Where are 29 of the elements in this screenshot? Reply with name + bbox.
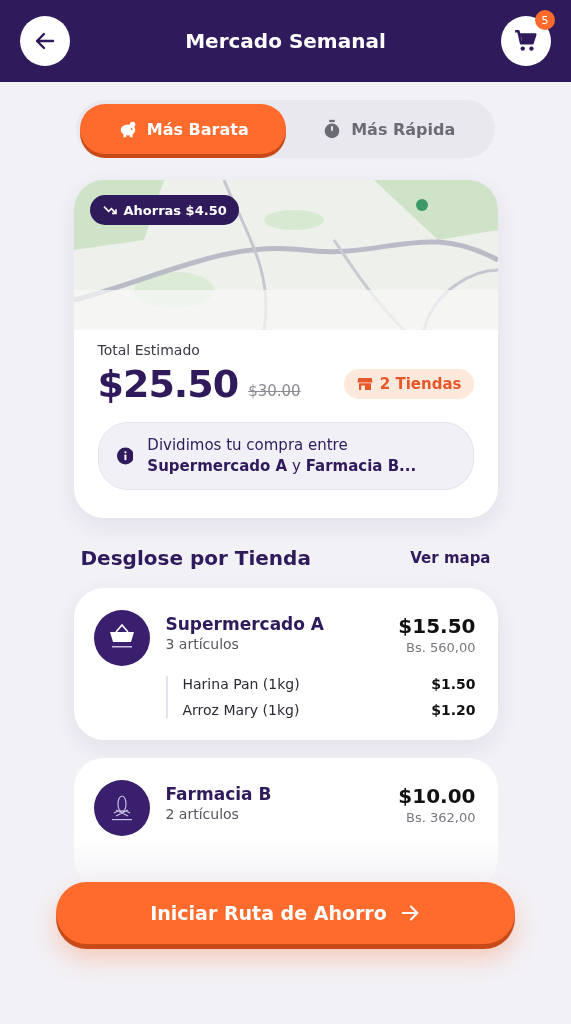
store-price: $15.50 (398, 614, 476, 638)
store-name: Supermercado A (165, 614, 326, 634)
back-button[interactable] (20, 16, 70, 66)
tab[interactable]: Más Rápida (285, 104, 491, 154)
item-name: Harina Pan (1kg) (182, 676, 300, 692)
item-price: $1.20 (431, 702, 476, 718)
map-link[interactable]: Ver mapa (410, 549, 491, 567)
storefront-icon (355, 375, 374, 393)
flower-logo-icon (93, 780, 150, 836)
savings-badge: Ahorras $4.50 (89, 195, 239, 225)
cart-icon (513, 28, 539, 54)
total-price: $25.50 (97, 362, 239, 406)
store-price: $10.00 (398, 784, 476, 808)
screen-title: Mercado Semanal (185, 29, 386, 53)
count-badge: 5 (535, 10, 555, 30)
cart-button[interactable] (501, 16, 551, 66)
local-price: Bs. 362,00 (405, 810, 476, 825)
total-label: Total Estimado (97, 342, 201, 358)
info-text: Dividimos tu compra entre Supermercado A y Farmacia B... (147, 435, 418, 477)
stores-badge: 2 Tiendas (343, 369, 474, 399)
item-count: 3 artículos (165, 636, 240, 652)
store-name: Farmacia B (165, 784, 273, 804)
item-name: Arroz Mary (1kg) (182, 702, 300, 718)
local-price: Bs. 560,00 (405, 640, 476, 655)
basket-logo-icon (93, 610, 150, 666)
item-price: $1.50 (431, 676, 476, 692)
item-count: 2 artículos (165, 806, 240, 822)
old-price: $30.00 (248, 382, 301, 400)
section-title: Desglose por Tienda (80, 546, 311, 570)
